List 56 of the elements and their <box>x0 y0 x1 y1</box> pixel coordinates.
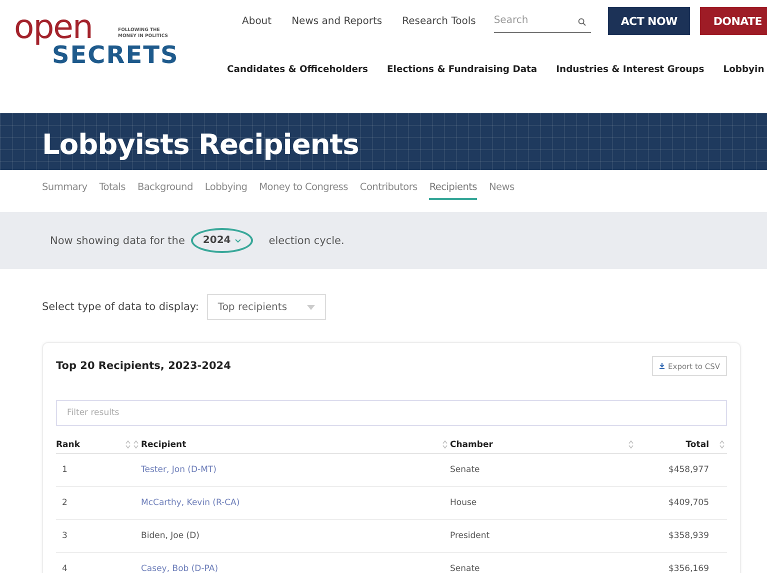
sub-nav-tab[interactable]: Background <box>137 182 193 200</box>
recipient-name: Biden, Joe (D) <box>141 531 200 541</box>
search-icon[interactable] <box>578 18 586 26</box>
nav-link[interactable]: About <box>242 16 272 26</box>
main-nav-link[interactable]: Lobbyin <box>723 64 764 75</box>
recipient-link[interactable]: Casey, Bob (D-PA) <box>141 564 218 573</box>
column-header[interactable]: Rank <box>56 440 80 450</box>
sort-icon[interactable] <box>442 440 448 450</box>
filter-field[interactable]: Filter results <box>56 400 727 426</box>
sub-nav-tab[interactable]: Lobbying <box>204 182 248 200</box>
chamber-cell: Senate <box>450 465 480 475</box>
cycle-text: election cycle. <box>268 234 344 246</box>
donate-button[interactable]: DONATE <box>700 7 767 35</box>
select-label: Select type of data to display: <box>42 301 199 313</box>
sub-nav-tab[interactable]: Totals <box>99 182 126 200</box>
total-cell: $358,939 <box>668 531 709 541</box>
cycle-text: Now showing data for the <box>50 234 185 246</box>
chamber-cell: House <box>450 498 477 508</box>
rank-cell-text: 2 <box>61 498 68 508</box>
nav-link[interactable]: Research Tools <box>402 16 476 26</box>
total-cell: $458,977 <box>668 465 709 475</box>
sub-nav-tab[interactable]: Money to Congress <box>259 182 348 200</box>
total-cell: $409,705 <box>668 498 709 508</box>
total-cell: $356,169 <box>668 564 709 573</box>
main-nav-link[interactable]: Candidates & Officeholders <box>227 64 368 75</box>
sort-icon[interactable] <box>719 440 725 450</box>
card-title: Top 20 Recipients, 2023-2024 <box>56 360 231 372</box>
main-nav-link[interactable]: Industries & Interest Groups <box>556 64 704 75</box>
sub-nav-tab[interactable]: News <box>489 182 514 200</box>
main-nav-link[interactable]: Elections & Fundraising Data <box>387 64 538 75</box>
sort-icon[interactable] <box>628 440 634 450</box>
rank-cell-text: 4 <box>61 564 68 573</box>
sub-nav-tab[interactable]: Recipients <box>429 182 477 200</box>
caret-icon <box>306 304 315 310</box>
chamber-cell: President <box>450 531 490 541</box>
chamber-cell: Senate <box>450 564 480 573</box>
page-title: Lobbyists Recipients <box>42 127 359 161</box>
download-icon <box>659 363 666 369</box>
rank-cell-text: 1 <box>61 465 68 475</box>
recipient-link[interactable]: McCarthy, Kevin (R-CA) <box>141 498 240 508</box>
recipient-link[interactable]: Tester, Jon (D-MT) <box>141 465 216 475</box>
action-button[interactable]: ACT NOW <box>608 7 690 35</box>
cycle-dropdown[interactable]: 2024 <box>190 228 253 253</box>
chevron-icon <box>234 238 241 242</box>
rank-cell-text: 3 <box>61 531 68 541</box>
search-field[interactable]: Search <box>494 9 591 33</box>
sort-icon[interactable] <box>133 440 139 450</box>
sub-nav-tab[interactable]: Summary <box>42 182 88 200</box>
column-header[interactable]: Recipient <box>141 440 186 450</box>
sort-icon[interactable] <box>125 440 131 450</box>
column-header[interactable]: Chamber <box>450 440 493 450</box>
data-type-select[interactable]: Top recipients <box>206 294 326 320</box>
nav-link[interactable]: News and Reports <box>292 16 382 26</box>
column-header[interactable]: Total <box>686 440 709 450</box>
sub-nav-tab[interactable]: Contributors <box>360 182 418 200</box>
logo-wordmark: SECRETS <box>52 42 180 68</box>
